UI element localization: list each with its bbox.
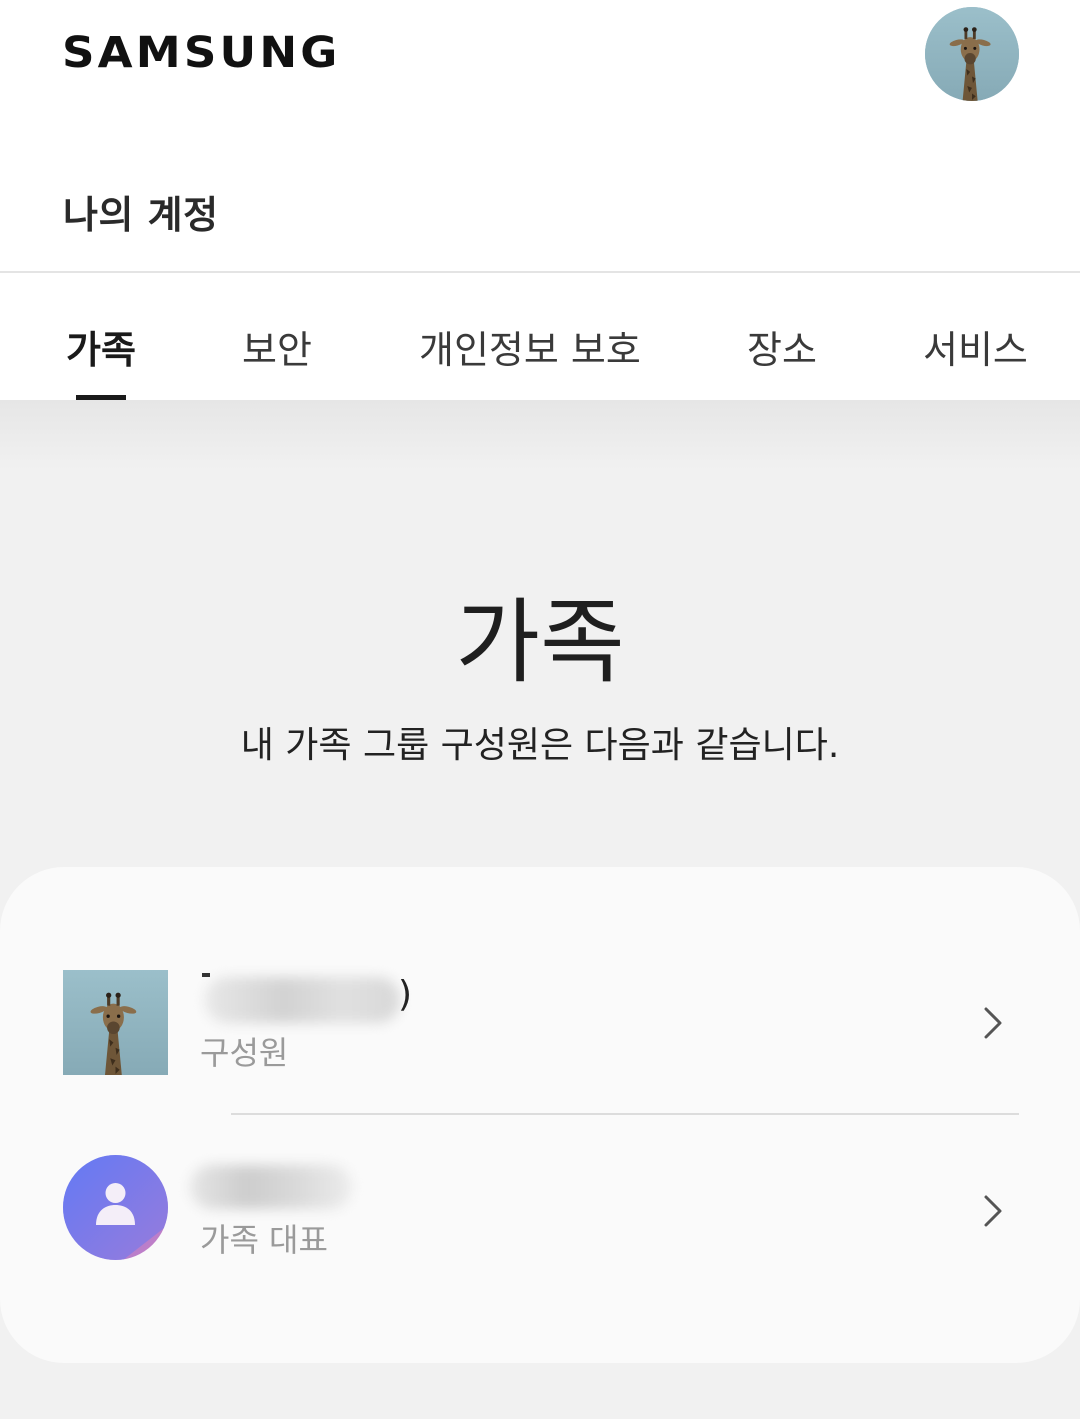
chevron-right-icon xyxy=(984,1195,1002,1227)
member-divider xyxy=(231,1113,1019,1115)
tab-family[interactable]: 가족 xyxy=(66,319,136,374)
family-members-card: ) 구성원 가족 대표 xyxy=(0,867,1080,1363)
page-title: 나의 계정 xyxy=(63,193,219,237)
profile-avatar[interactable] xyxy=(925,7,1019,101)
family-member-row[interactable]: ) 구성원 xyxy=(0,945,1080,1095)
tab-bar: 가족 보안 개인정보 보호 장소 서비스 xyxy=(0,273,1080,400)
tab-services[interactable]: 서비스 xyxy=(923,319,1028,374)
section-subtitle: 내 가족 그룹 구성원은 다음과 같습니다. xyxy=(240,725,840,766)
family-member-row[interactable]: 가족 대표 xyxy=(0,1129,1080,1279)
section-title: 가족 xyxy=(455,589,625,696)
header: SAMSUNG 나의 계정 xyxy=(0,0,1080,272)
member-avatar xyxy=(63,970,168,1075)
member-avatar xyxy=(63,1155,168,1260)
chevron-right-icon xyxy=(984,1007,1002,1039)
member-role: 구성원 xyxy=(200,1034,289,1072)
member-name-tail: ) xyxy=(398,974,413,1015)
giraffe-avatar-icon xyxy=(925,7,1019,101)
redacted-name-fragment xyxy=(202,973,210,977)
tab-privacy[interactable]: 개인정보 보호 xyxy=(419,319,641,374)
redacted-name xyxy=(205,977,400,1023)
tab-shadow xyxy=(0,400,1080,470)
tab-places[interactable]: 장소 xyxy=(747,319,817,374)
redacted-name xyxy=(190,1165,352,1209)
tab-security[interactable]: 보안 xyxy=(242,319,312,374)
samsung-logo: SAMSUNG xyxy=(62,28,341,78)
person-icon xyxy=(63,1155,168,1260)
member-role: 가족 대표 xyxy=(200,1221,328,1259)
giraffe-avatar-icon xyxy=(63,970,168,1075)
